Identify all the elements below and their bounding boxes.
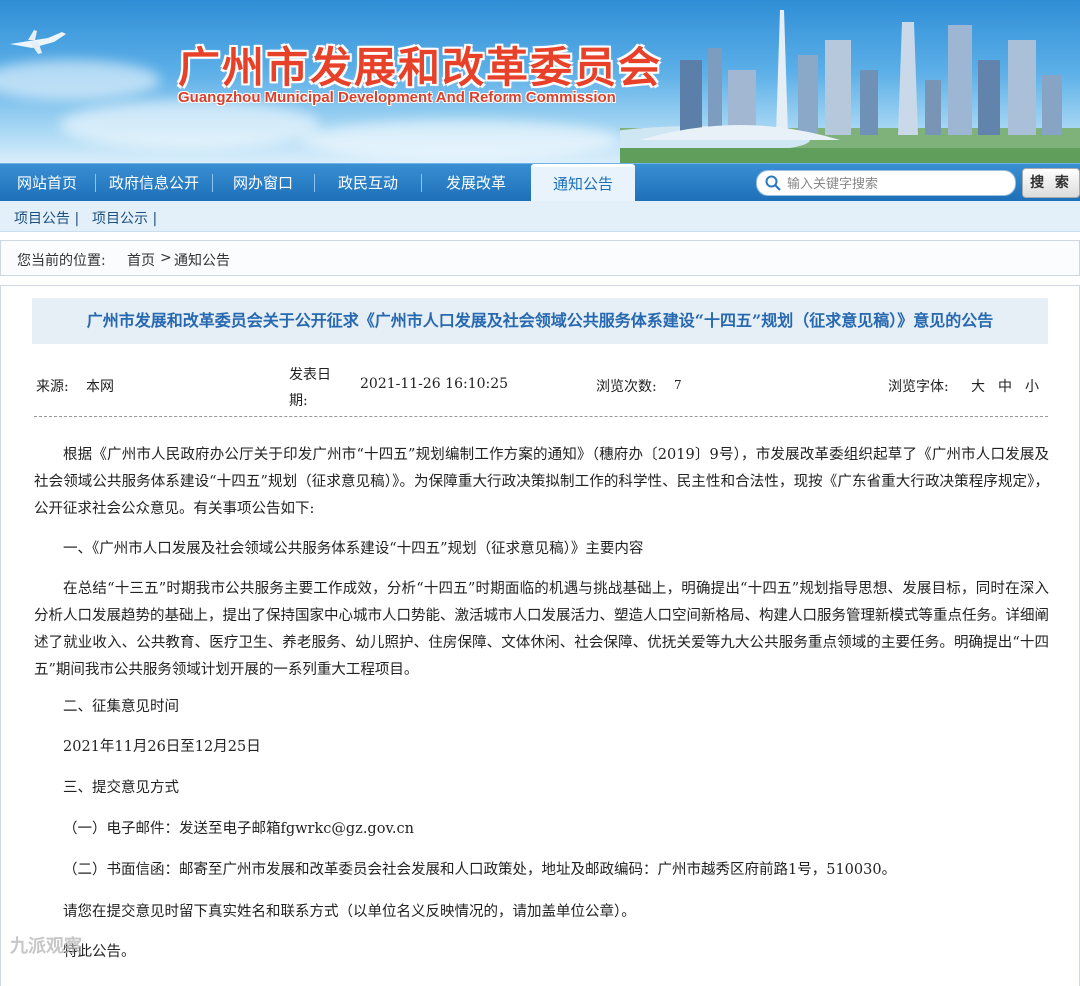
article-title: 广州市发展和改革委员会关于公开征求《广州市人口发展及社会领域公共服务体系建设“十… bbox=[32, 298, 1048, 344]
article-paragraph: 2021年11月26日至12月25日 bbox=[63, 739, 261, 755]
font-size-large[interactable]: 大 bbox=[971, 376, 985, 396]
article-paragraph: 在总结“十三五”时期我市公共服务主要工作成效，分析“十四五”时期面临的机遇与挑战… bbox=[34, 581, 1049, 678]
search-button[interactable]: 搜 索 bbox=[1022, 168, 1080, 198]
source-label: 来源: bbox=[36, 379, 69, 395]
breadcrumb-separator: > bbox=[160, 250, 172, 266]
breadcrumb: 您当前的位置: 首页 > 通知公告 bbox=[0, 240, 1080, 276]
nav-item-interaction[interactable]: 政民互动 bbox=[315, 164, 421, 202]
subnav-item-project-publicity[interactable]: 项目公示 | bbox=[92, 208, 157, 228]
breadcrumb-home-link[interactable]: 首页 bbox=[127, 250, 155, 270]
source-value: 本网 bbox=[86, 379, 114, 395]
site-title: 广州市发展和改革委员会 bbox=[178, 43, 663, 92]
article-paragraph: （二）书面信函：邮寄至广州市发展和改革委员会社会发展和人口政策处，地址及邮政编码… bbox=[63, 862, 897, 878]
site-banner: 广州市发展和改革委员会 Guangzhou Municipal Developm… bbox=[0, 0, 1080, 163]
airplane-icon bbox=[10, 30, 66, 54]
watermark: 九派观察 bbox=[10, 936, 82, 957]
nav-item-notices[interactable]: 通知公告 bbox=[531, 164, 635, 202]
nav-item-development-reform[interactable]: 发展改革 bbox=[422, 164, 530, 202]
city-skyline-image bbox=[620, 10, 1080, 163]
subnav-item-project-notice[interactable]: 项目公告 | bbox=[14, 208, 79, 228]
nav-item-gov-info[interactable]: 政府信息公开 bbox=[96, 164, 212, 202]
date-label: 发表日 bbox=[289, 367, 331, 383]
breadcrumb-current[interactable]: 通知公告 bbox=[174, 250, 230, 270]
section-heading: 二、征集意见时间 bbox=[63, 699, 179, 715]
article-paragraph: （一）电子邮件：发送至电子邮箱fgwrkc@gz.gov.cn bbox=[63, 821, 414, 837]
font-size-small[interactable]: 小 bbox=[1025, 376, 1039, 396]
article-paragraph: 特此公告。 bbox=[63, 944, 136, 960]
site-subtitle: Guangzhou Municipal Development And Refo… bbox=[178, 89, 616, 106]
article-paragraph: 请您在提交意见时留下真实姓名和联系方式（以单位名义反映情况的，请加盖单位公章）。 bbox=[63, 904, 636, 920]
search-input[interactable] bbox=[785, 173, 1009, 195]
nav-item-online-service[interactable]: 网办窗口 bbox=[213, 164, 313, 202]
search-icon bbox=[765, 175, 781, 191]
section-heading: 一、《广州市人口发展及社会领域公共服务体系建设“十四五”规划（征求意见稿）》主要… bbox=[63, 541, 644, 557]
meta-divider bbox=[34, 416, 1048, 417]
font-size-label: 浏览字体: bbox=[888, 379, 949, 395]
search-field bbox=[756, 170, 1016, 196]
views-label: 浏览次数: bbox=[596, 379, 657, 395]
section-heading: 三、提交意见方式 bbox=[63, 780, 179, 796]
breadcrumb-prefix: 您当前的位置: bbox=[17, 253, 106, 269]
publish-date: 2021-11-26 16:10:25 bbox=[360, 376, 509, 392]
nav-item-home[interactable]: 网站首页 bbox=[0, 164, 94, 202]
date-label-cont: 期: bbox=[289, 393, 308, 409]
article-paragraph: 根据《广州市人民政府办公厅关于印发广州市“十四五”规划编制工作方案的通知》（穗府… bbox=[34, 447, 1049, 517]
font-size-medium[interactable]: 中 bbox=[998, 376, 1012, 396]
views-count: 7 bbox=[674, 378, 682, 392]
sub-nav: 项目公告 | 项目公示 | bbox=[0, 201, 1080, 232]
